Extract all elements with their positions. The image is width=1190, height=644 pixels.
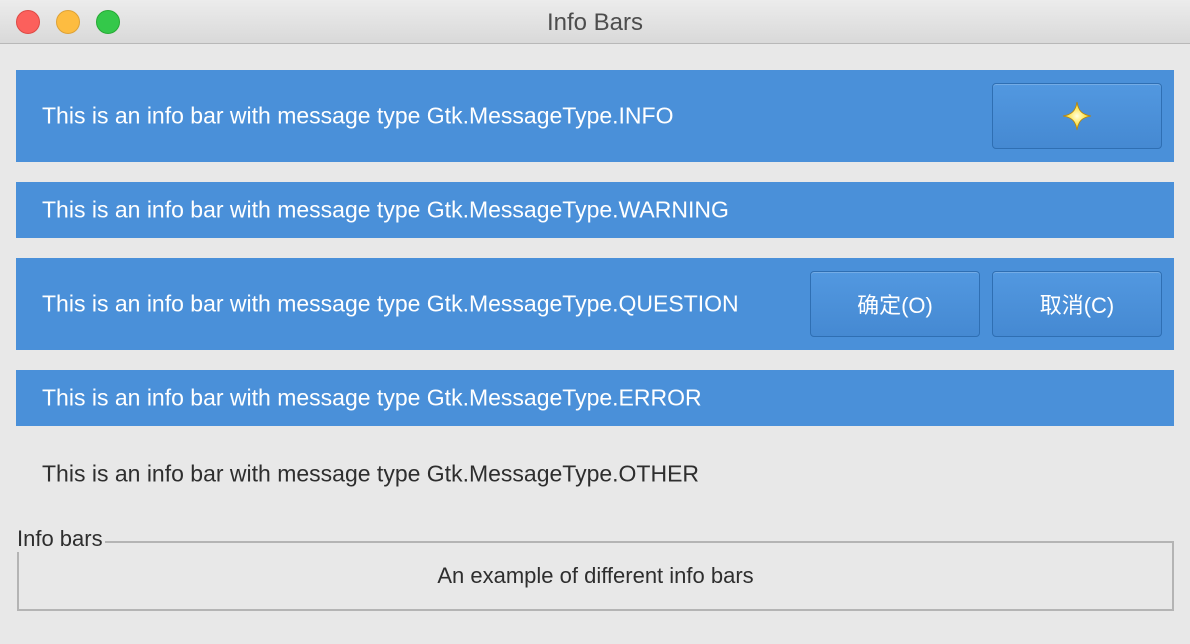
main-window: Info Bars This is an info bar with messa… (0, 0, 1190, 644)
window-title: Info Bars (546, 9, 644, 36)
info-bar-warning: This is an info bar with message type Gt… (16, 182, 1174, 238)
sparkle-star-icon (1062, 101, 1092, 131)
title-bar[interactable]: Info Bars (0, 0, 1190, 44)
info-bar-other: This is an info bar with message type Gt… (16, 446, 1174, 502)
info-bar-error-message: This is an info bar with message type Gt… (42, 384, 702, 411)
info-bar-info: This is an info bar with message type Gt… (16, 70, 1174, 162)
cancel-button[interactable]: 取消(C) (992, 271, 1162, 337)
info-bar-question-message: This is an info bar with message type Gt… (42, 290, 739, 317)
info-bar-error: This is an info bar with message type Gt… (16, 370, 1174, 426)
info-bar-question: This is an info bar with message type Gt… (16, 258, 1174, 350)
frame-label: Info bars (17, 526, 105, 552)
info-action-button[interactable] (992, 83, 1162, 149)
info-bars-frame: An example of different info bars (17, 541, 1174, 611)
info-bar-info-message: This is an info bar with message type Gt… (42, 102, 674, 129)
info-bar-other-message: This is an info bar with message type Gt… (42, 460, 700, 487)
ok-button[interactable]: 确定(O) (810, 271, 980, 337)
frame-description: An example of different info bars (437, 563, 754, 588)
info-bar-warning-message: This is an info bar with message type Gt… (42, 196, 729, 223)
